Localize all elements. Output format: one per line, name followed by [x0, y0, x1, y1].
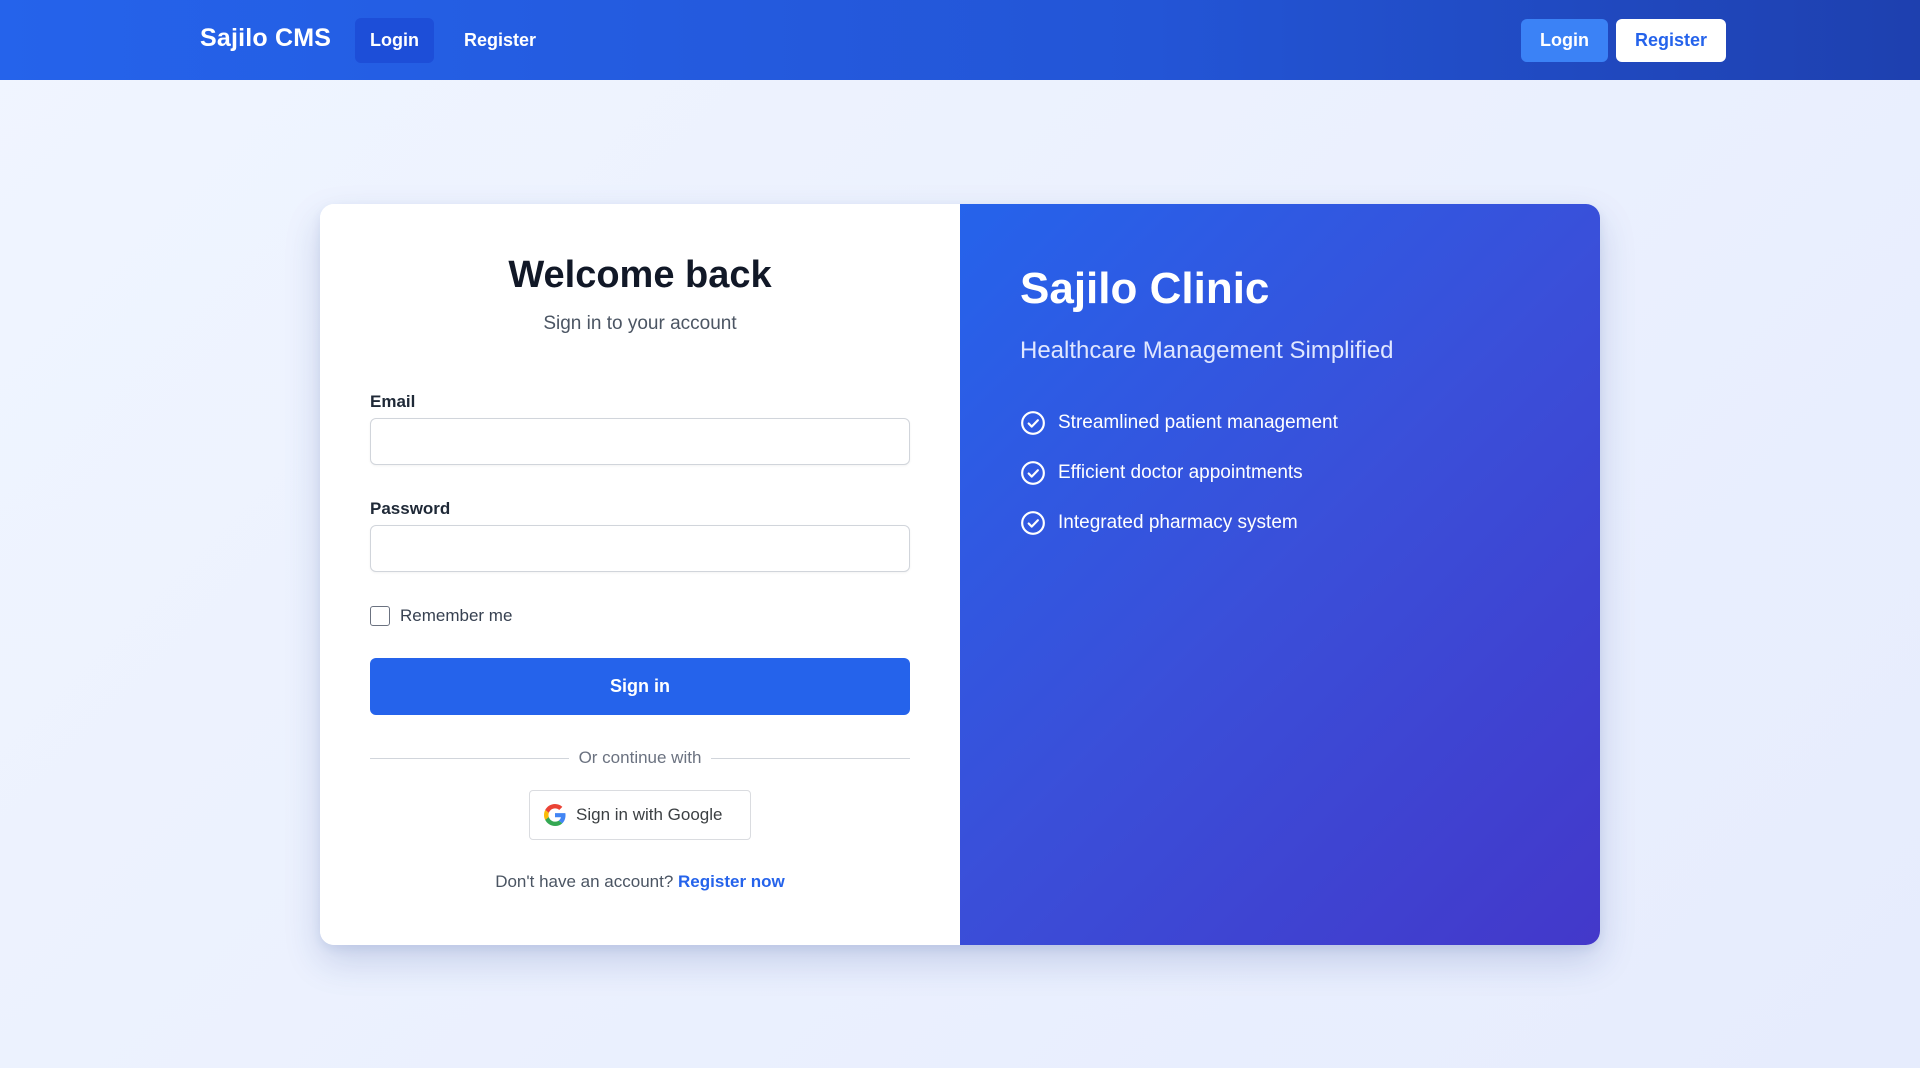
top-navbar: Sajilo CMS Login Register Login Register [0, 0, 1920, 80]
check-circle-icon [1020, 460, 1046, 486]
remember-me-checkbox[interactable] [370, 606, 390, 626]
login-form-panel: Welcome back Sign in to your account Ema… [320, 204, 960, 945]
divider-text: Or continue with [578, 748, 702, 767]
feature-item: Streamlined patient management [1020, 409, 1338, 437]
google-button-label: Sign in with Google [576, 805, 723, 824]
feature-list: Streamlined patient management Efficient… [1020, 409, 1338, 559]
google-logo-icon [544, 804, 566, 826]
login-card: Welcome back Sign in to your account Ema… [320, 204, 1600, 945]
nav-link-register[interactable]: Register [449, 18, 551, 63]
password-label: Password [370, 499, 451, 518]
feature-label: Integrated pharmacy system [1058, 512, 1298, 533]
nav-link-login[interactable]: Login [355, 18, 434, 63]
sign-in-button[interactable]: Sign in [370, 658, 910, 715]
register-prompt: Don't have an account? Register now [320, 872, 960, 892]
feature-item: Efficient doctor appointments [1020, 459, 1338, 487]
promo-subtitle: Healthcare Management Simplified [1020, 337, 1394, 364]
email-field[interactable] [370, 418, 910, 465]
promo-title: Sajilo Clinic [1020, 264, 1270, 313]
register-button[interactable]: Register [1616, 19, 1727, 62]
divider: Or continue with [370, 746, 910, 770]
divider-line-left [370, 757, 569, 759]
page-title: Welcome back [508, 254, 772, 296]
email-label: Email [370, 392, 416, 411]
feature-label: Streamlined patient management [1058, 412, 1338, 433]
promo-panel: Sajilo Clinic Healthcare Management Simp… [960, 204, 1600, 945]
google-sign-in-button[interactable]: Sign in with Google [529, 790, 751, 840]
register-prompt-text: Don't have an account? [495, 872, 674, 891]
remember-me-label[interactable]: Remember me [400, 606, 512, 626]
login-button[interactable]: Login [1521, 19, 1608, 62]
brand-logo[interactable]: Sajilo CMS [200, 24, 331, 53]
check-circle-icon [1020, 510, 1046, 536]
feature-label: Efficient doctor appointments [1058, 462, 1303, 483]
register-now-link[interactable]: Register now [678, 872, 785, 891]
password-field[interactable] [370, 525, 910, 572]
page-subtitle: Sign in to your account [543, 313, 737, 334]
remember-me-row: Remember me [370, 606, 512, 626]
feature-item: Integrated pharmacy system [1020, 509, 1338, 537]
check-circle-icon [1020, 410, 1046, 436]
divider-line-right [711, 757, 910, 759]
